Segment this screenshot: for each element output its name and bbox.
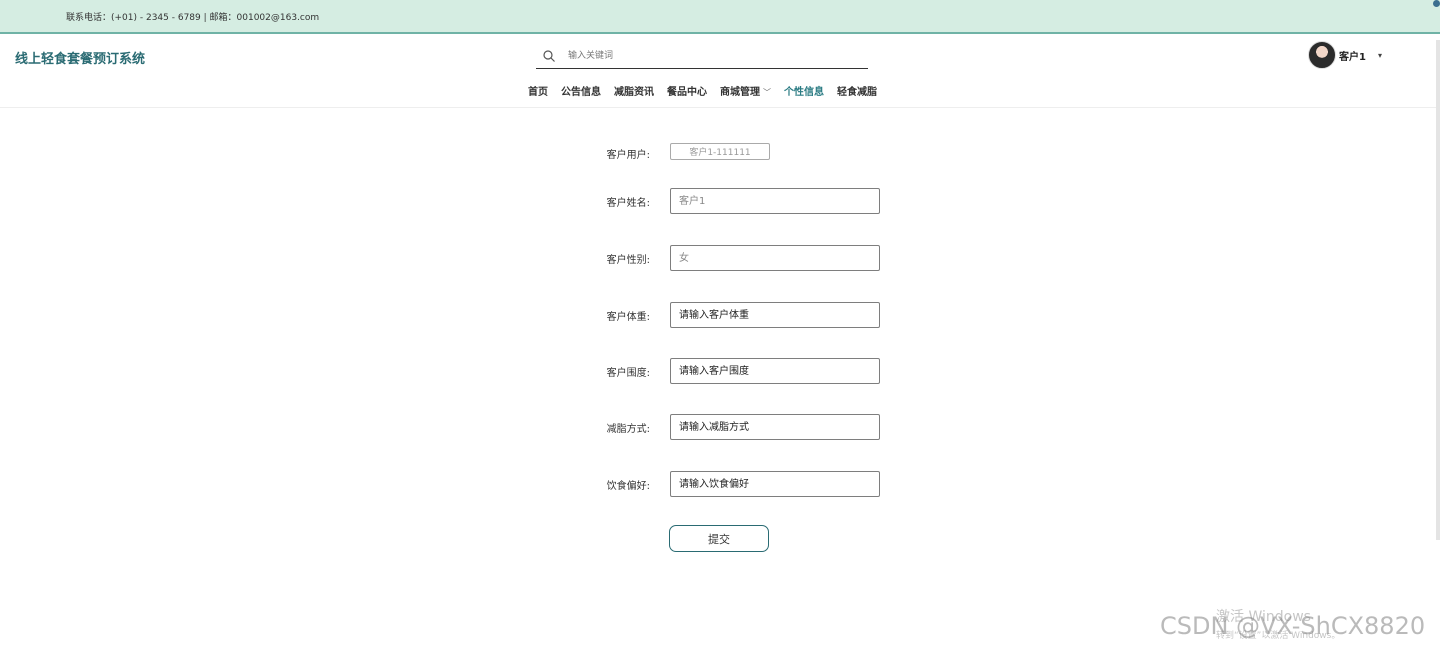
form-row-name: 客户姓名: [560, 188, 900, 214]
account-field[interactable] [670, 143, 770, 160]
contact-bar: 联系电话：(+01) - 2345 - 6789 | 邮箱：001002@163… [0, 0, 1440, 34]
diet-preference-field[interactable] [670, 471, 880, 497]
field-label: 减脂方式: [606, 424, 650, 435]
measurement-field[interactable] [670, 358, 880, 384]
field-label: 客户性别: [606, 255, 650, 266]
nav-item-announcements[interactable]: 公告信息 [561, 83, 601, 98]
avatar[interactable] [1308, 41, 1336, 69]
nav-item-label: 减脂资讯 [614, 87, 654, 98]
field-label: 饮食偏好: [606, 481, 650, 492]
nav-item-label: 餐品中心 [667, 87, 707, 98]
corner-indicator [1433, 0, 1440, 7]
nav-item-label: 个性信息 [784, 87, 824, 98]
site-title[interactable]: 线上轻食套餐预订系统 [15, 48, 145, 67]
fat-loss-method-field[interactable] [670, 414, 880, 440]
nav-item-label: 公告信息 [561, 87, 601, 98]
form-row-account: 客户用户: [560, 140, 900, 166]
nav-item-label: 商城管理 [720, 87, 760, 98]
field-label: 客户姓名: [606, 198, 650, 209]
caret-down-icon[interactable]: ▾ [1378, 51, 1382, 60]
nav-item-label: 首页 [528, 87, 548, 98]
gender-field[interactable] [670, 245, 880, 271]
user-name[interactable]: 客户1 [1339, 48, 1366, 63]
nav-item-home[interactable]: 首页 [528, 83, 548, 98]
contact-info: 联系电话：(+01) - 2345 - 6789 | 邮箱：001002@163… [66, 13, 320, 23]
site-header: 线上轻食套餐预订系统 客户1 ▾ 首页 公告信息 减脂资讯 餐品中心 商城管理﹀… [0, 34, 1440, 108]
nav-item-diet[interactable]: 轻食减脂 [837, 83, 877, 98]
scrollbar[interactable] [1436, 40, 1440, 540]
form-row-gender: 客户性别: [560, 245, 900, 271]
search-bar [536, 44, 868, 69]
nav-item-meals[interactable]: 餐品中心 [667, 83, 707, 98]
weight-field[interactable] [670, 302, 880, 328]
chevron-down-icon: ﹀ [763, 88, 771, 97]
form-row-method: 减脂方式: [560, 414, 900, 440]
form-row-diet: 饮食偏好: [560, 471, 900, 497]
main-nav: 首页 公告信息 减脂资讯 餐品中心 商城管理 ﹀ 个性信息 轻食减脂 [528, 83, 877, 98]
search-input[interactable] [566, 47, 856, 65]
nav-item-profile[interactable]: 个性信息 [784, 83, 824, 98]
nav-item-shop[interactable]: 商城管理 ﹀ [720, 83, 771, 98]
field-label: 客户用户: [606, 150, 650, 161]
form-row-weight: 客户体重: [560, 302, 900, 328]
field-label: 客户体重: [606, 312, 650, 323]
search-icon[interactable] [542, 49, 556, 63]
watermark: CSDN @VX-ShCX8820 [1160, 612, 1426, 640]
form-row-measurement: 客户围度: [560, 358, 900, 384]
field-label: 客户围度: [606, 368, 650, 379]
nav-item-news[interactable]: 减脂资讯 [614, 83, 654, 98]
name-field[interactable] [670, 188, 880, 214]
nav-item-label: 轻食减脂 [837, 87, 877, 98]
user-menu[interactable]: 客户1 ▾ [1308, 40, 1382, 70]
submit-button[interactable]: 提交 [669, 525, 769, 552]
